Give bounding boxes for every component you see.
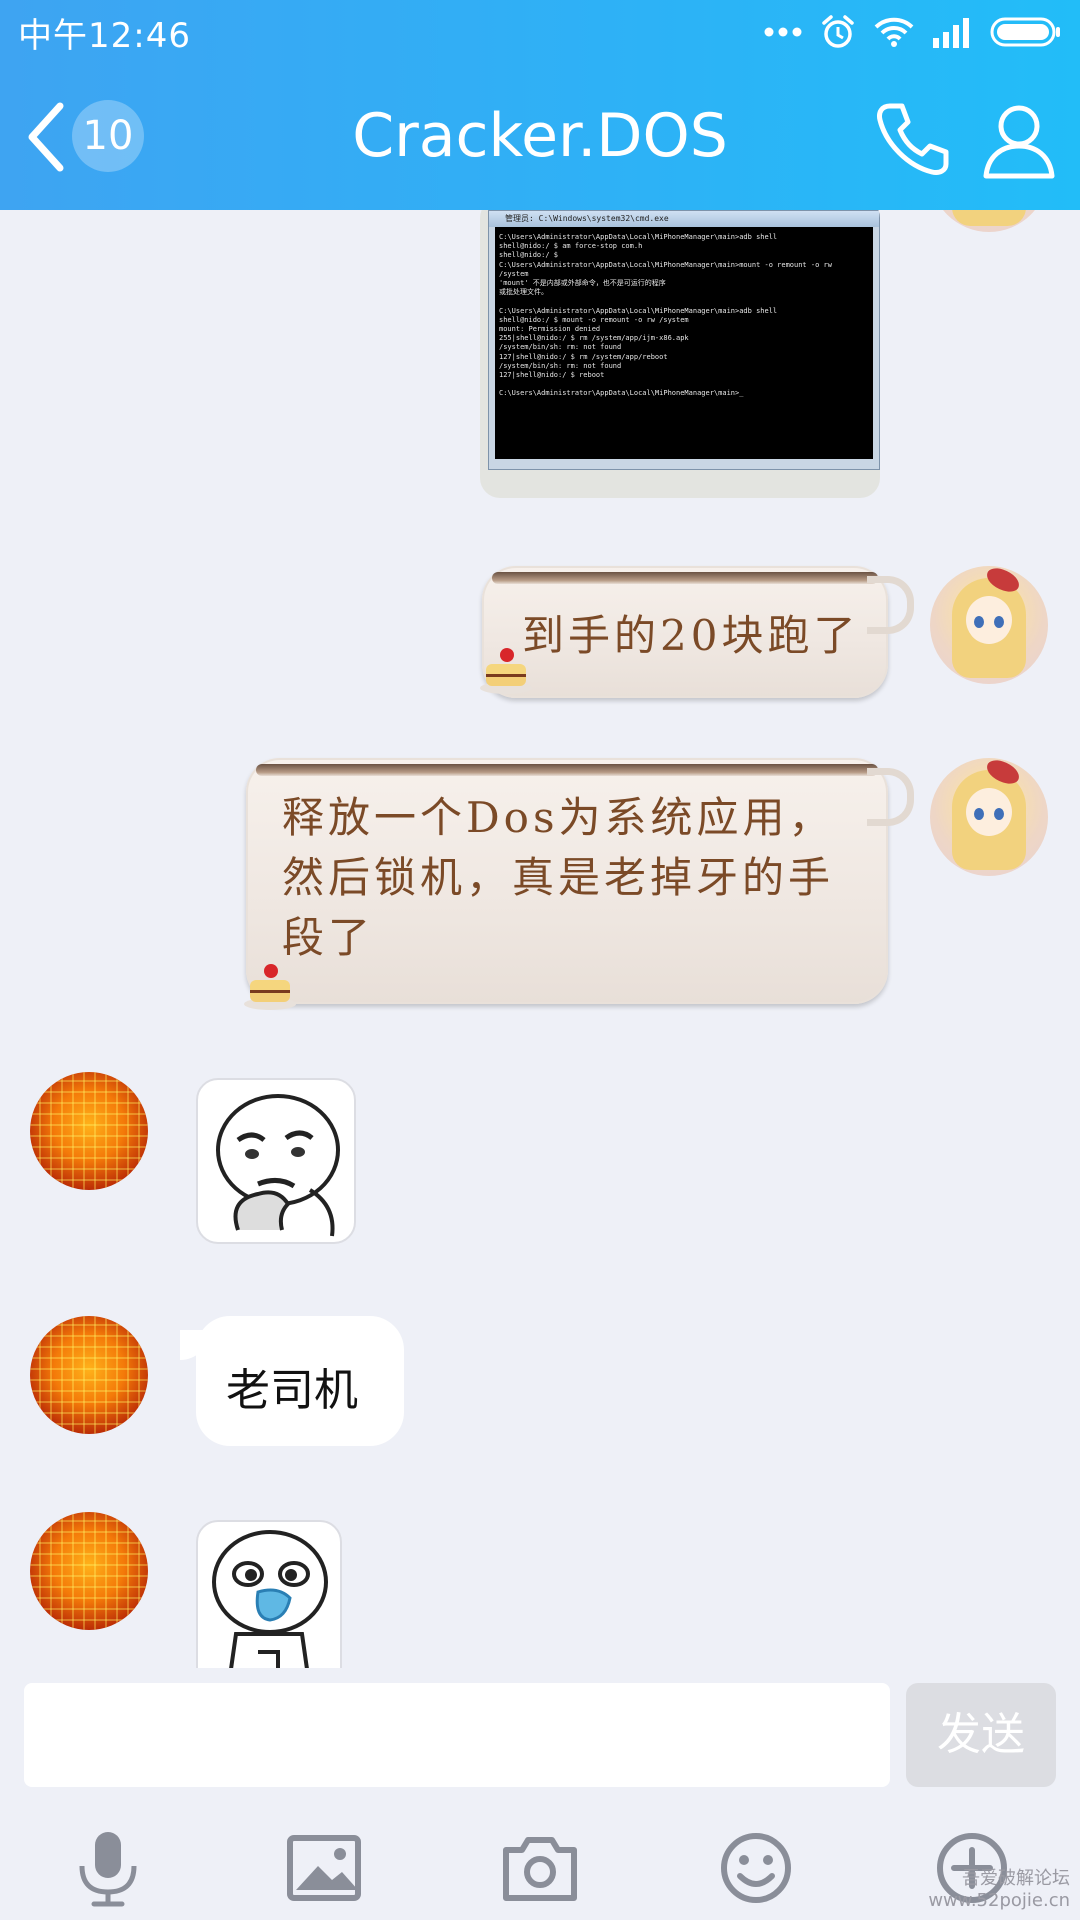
cake-icon xyxy=(244,964,296,1010)
self-avatar[interactable] xyxy=(930,566,1048,684)
input-toolbar: 吾爱破解论坛 www.52pojie.cn xyxy=(0,1810,1080,1920)
watermark-title: 吾爱破解论坛 xyxy=(962,1868,1070,1889)
sticker-mask-face[interactable] xyxy=(196,1520,342,1668)
emoji-icon[interactable] xyxy=(716,1828,796,1908)
status-icons xyxy=(764,12,1062,52)
wifi-icon xyxy=(874,17,914,47)
friend-avatar[interactable] xyxy=(30,1072,148,1190)
self-avatar[interactable] xyxy=(930,210,1048,232)
message-text-line: 释放一个Dos为系统应用， xyxy=(282,793,835,842)
chat-header: 中午12:46 10 Cracker.DOS xyxy=(0,0,1080,210)
cmd-window-image: 管理员: C:\Windows\system32\cmd.exe C:\User… xyxy=(488,210,880,470)
watermark-url: www.52pojie.cn xyxy=(928,1890,1070,1911)
chat-messages[interactable]: 管理员: C:\Windows\system32\cmd.exe C:\User… xyxy=(0,210,1080,1668)
signal-icon xyxy=(933,18,969,48)
friend-avatar[interactable] xyxy=(30,1316,148,1434)
cmd-console-text: C:\Users\Administrator\AppData\Local\MiP… xyxy=(495,227,873,459)
phone-icon[interactable] xyxy=(870,98,952,180)
watermark: 吾爱破解论坛 www.52pojie.cn xyxy=(928,1868,1070,1912)
screenshot-image-message[interactable]: 管理员: C:\Windows\system32\cmd.exe C:\User… xyxy=(480,210,880,498)
cake-icon xyxy=(480,648,532,694)
camera-icon[interactable] xyxy=(500,1828,580,1908)
message-input[interactable] xyxy=(24,1683,890,1787)
message-text-line: 段了 xyxy=(282,913,375,962)
cup-handle-decoration xyxy=(867,576,914,634)
thinking-face-icon xyxy=(216,1094,340,1237)
battery-icon xyxy=(990,17,1060,47)
mask-face-icon xyxy=(212,1530,328,1668)
status-time: 中午12:46 xyxy=(18,16,191,56)
message-bubble-self[interactable]: 到手的20块跑了 xyxy=(482,566,914,698)
profile-icon[interactable] xyxy=(978,98,1060,180)
microphone-icon[interactable] xyxy=(68,1828,148,1908)
sticker-thinking-face[interactable] xyxy=(196,1078,356,1244)
cup-handle-decoration xyxy=(867,768,914,826)
message-bubble-friend[interactable]: 老司机 xyxy=(196,1316,404,1446)
message-text: 老司机 xyxy=(226,1365,358,1416)
friend-avatar[interactable] xyxy=(30,1512,148,1630)
self-avatar[interactable] xyxy=(930,758,1048,876)
alarm-icon xyxy=(822,15,854,48)
message-bubble-self[interactable]: 释放一个Dos为系统应用， 然后锁机，真是老掉牙的手 段了 xyxy=(246,758,914,1004)
send-button[interactable]: 发送 xyxy=(906,1683,1056,1787)
image-icon[interactable] xyxy=(284,1828,364,1908)
message-text: 到手的20块跑了 xyxy=(522,611,860,660)
cmd-window-title: 管理员: C:\Windows\system32\cmd.exe xyxy=(489,211,879,227)
message-text-line: 然后锁机，真是老掉牙的手 xyxy=(282,853,835,902)
more-dots-icon xyxy=(764,27,802,37)
